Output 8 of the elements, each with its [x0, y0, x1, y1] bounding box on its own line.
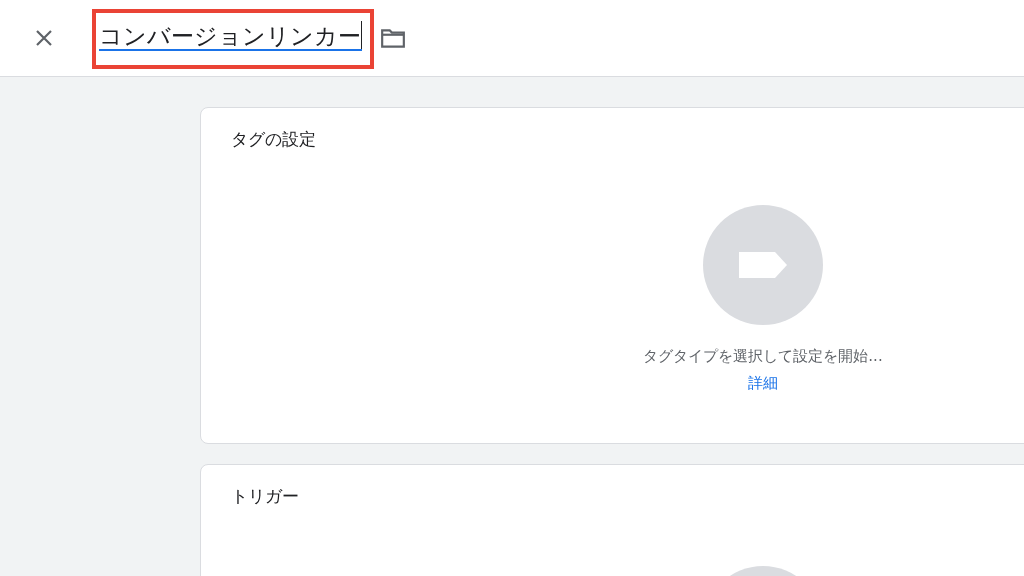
empty-state-text: タグタイプを選択して設定を開始...: [643, 347, 883, 366]
folder-icon[interactable]: [380, 27, 406, 49]
card-title: トリガー: [231, 485, 300, 508]
card-title: タグの設定: [231, 128, 317, 151]
details-link[interactable]: 詳細: [748, 374, 778, 393]
close-icon[interactable]: [34, 28, 54, 48]
text-cursor: [361, 21, 362, 51]
tag-name-field[interactable]: コンバージョンリンカー: [92, 9, 374, 69]
